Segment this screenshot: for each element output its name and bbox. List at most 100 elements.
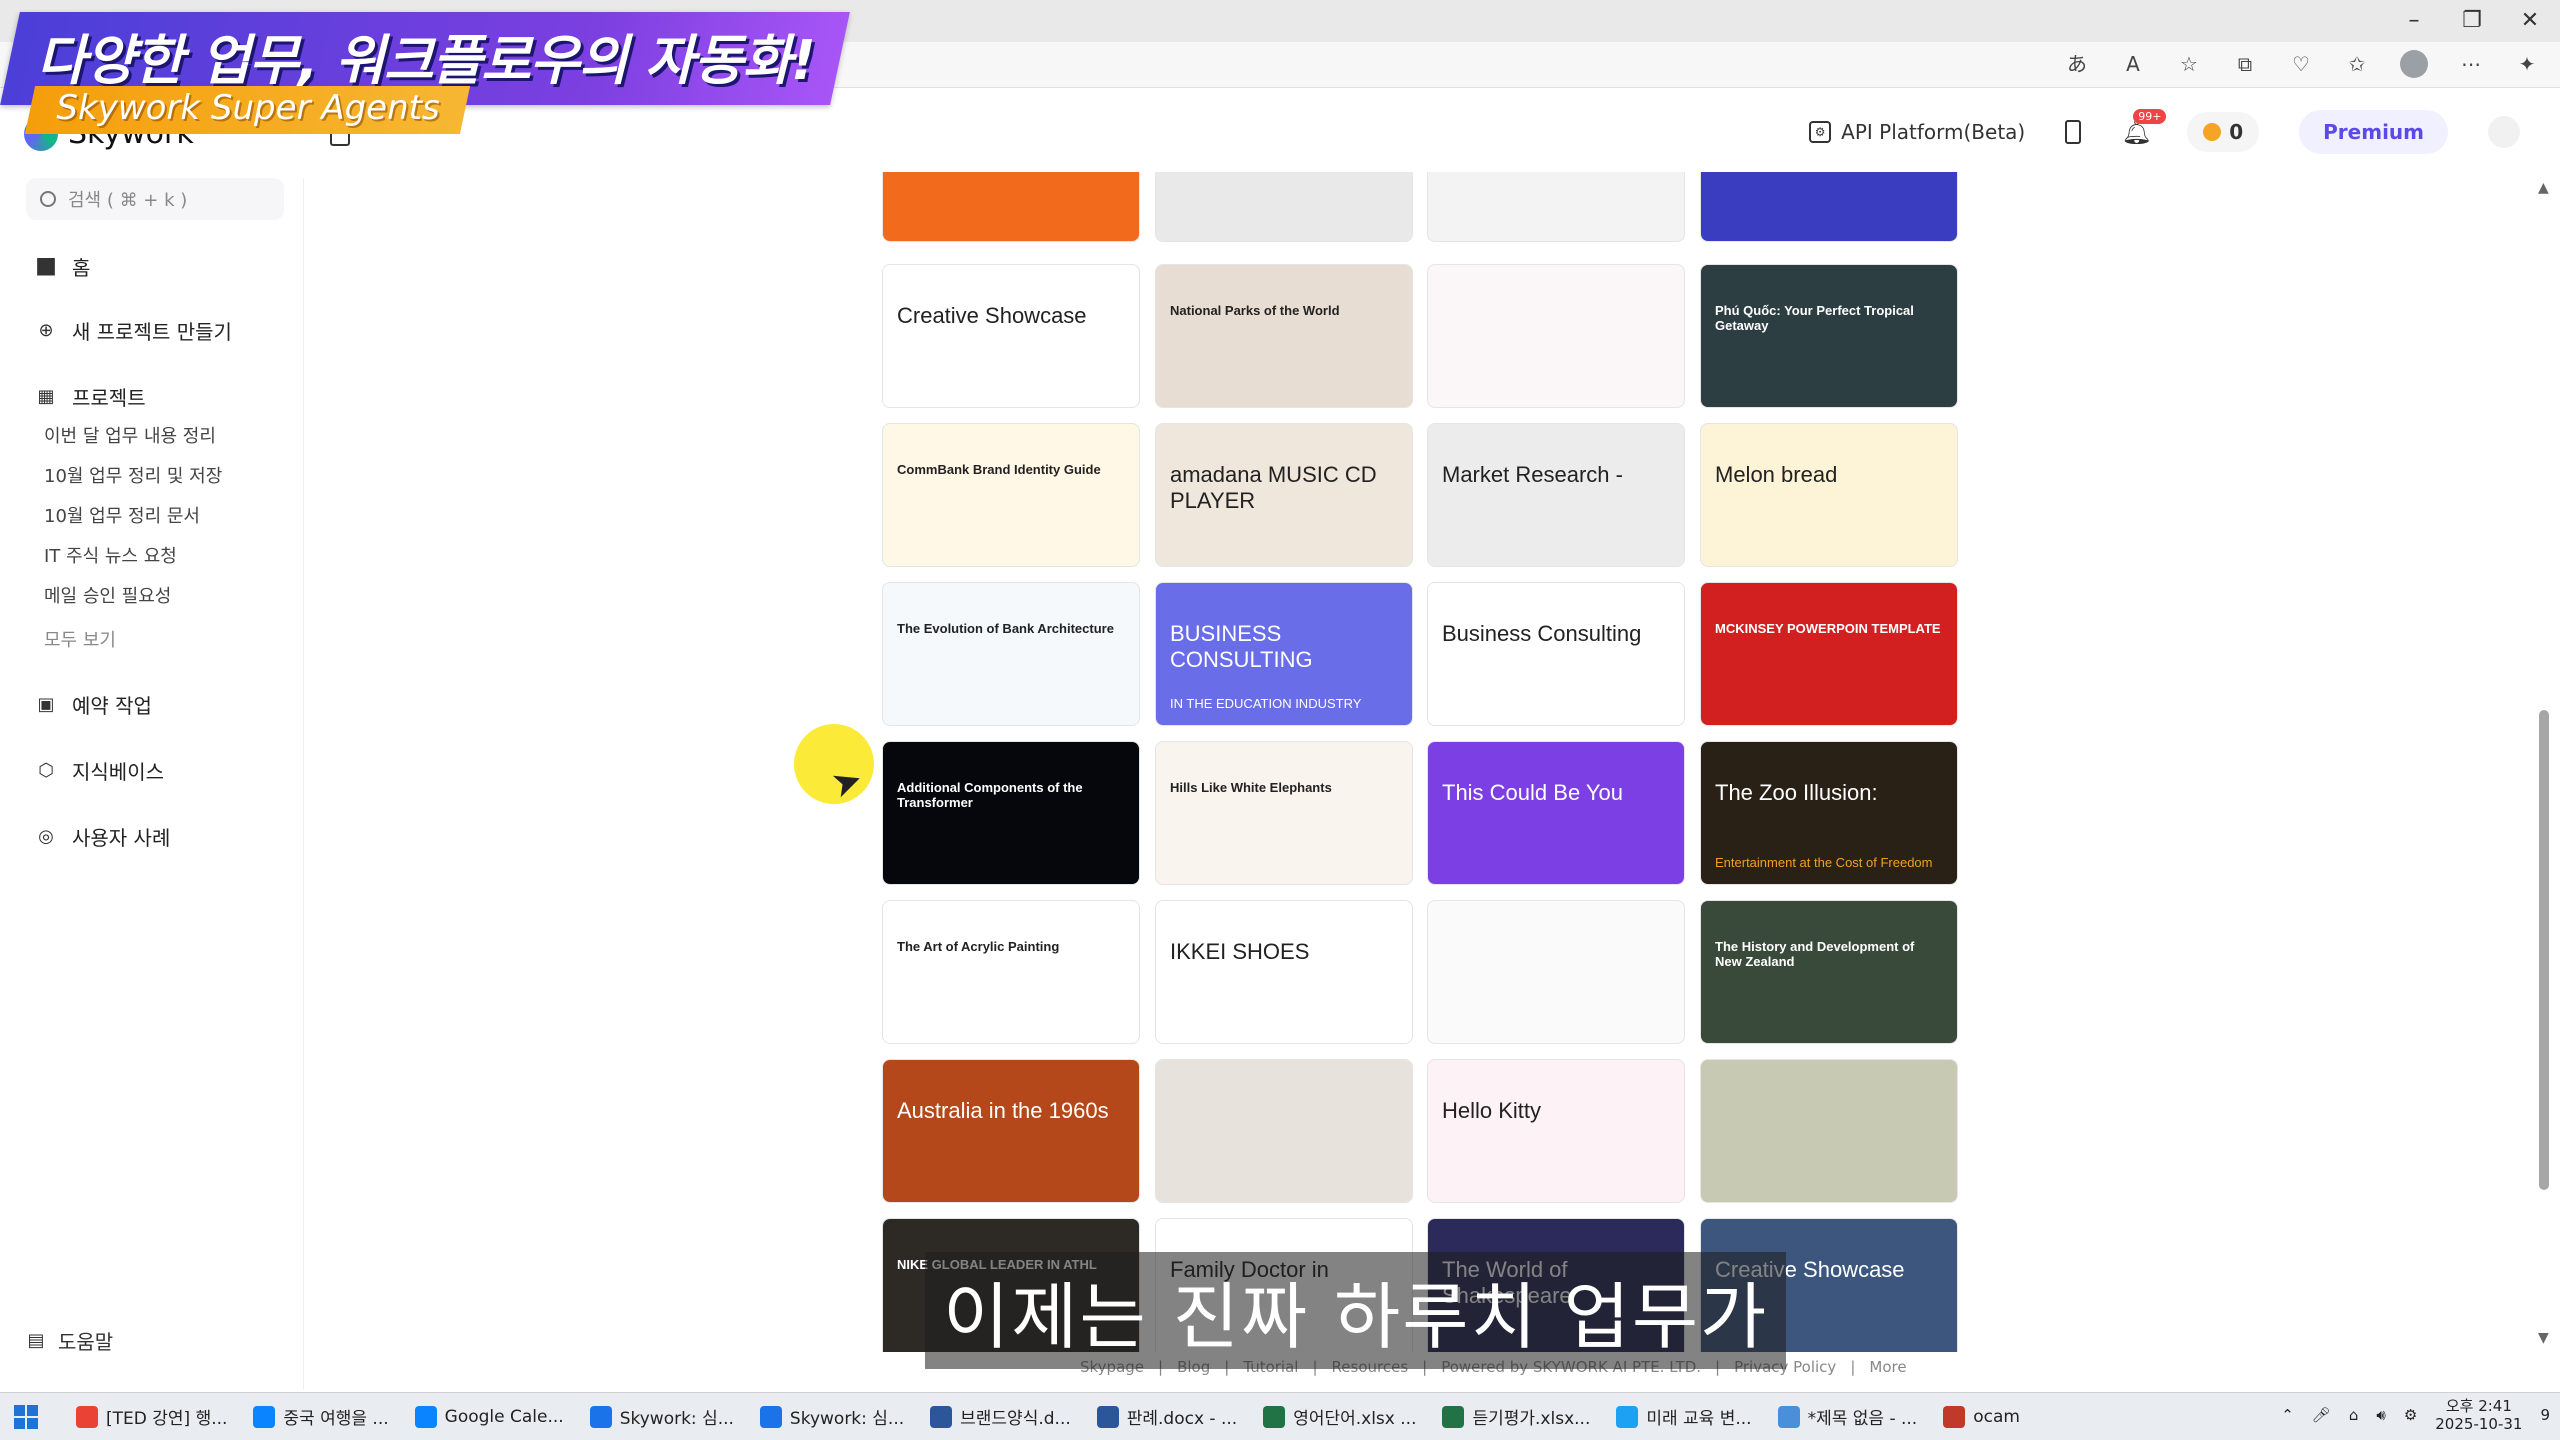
template-card[interactable]: Here is where your presentation begins <box>1427 172 1685 242</box>
sidebar-item-projects[interactable]: ▦ 프로젝트 <box>36 382 145 411</box>
template-card[interactable]: MCKINSEY POWERPOIN TEMPLATE <box>1700 582 1958 726</box>
template-card[interactable]: The Art of Acrylic Painting <box>882 900 1140 1044</box>
credits-indicator[interactable]: 0 <box>2187 112 2260 152</box>
template-card[interactable]: Innovation and Growth <box>1700 172 1958 242</box>
see-all-projects-link[interactable]: 모두 보기 <box>44 626 116 652</box>
sidebar-item-new-project[interactable]: ⊕ 새 프로젝트 만들기 <box>36 316 232 345</box>
taskbar-app[interactable]: [TED 강연] 행... <box>66 1397 237 1437</box>
template-card[interactable]: CommBank Brand Identity Guide <box>882 423 1140 567</box>
sidebar-item-label: 예약 작업 <box>72 694 152 718</box>
scrollbar[interactable]: ▲ ▼ <box>2534 180 2554 1346</box>
template-card[interactable] <box>1427 900 1685 1044</box>
performance-icon[interactable]: ♡ <box>2288 51 2314 77</box>
scroll-up-icon[interactable]: ▲ <box>2538 180 2549 196</box>
template-card[interactable]: The Zoo Illusion: Entertainment at the Co… <box>1700 741 1958 885</box>
api-platform-link[interactable]: ⚙ API Platform(Beta) <box>1809 120 2025 144</box>
template-card[interactable]: Additional Components of the Transformer <box>882 741 1140 885</box>
notification-button[interactable]: 🔔︎ 99+ <box>2121 109 2167 145</box>
template-card[interactable]: Melon bread <box>1700 423 1958 567</box>
project-item[interactable]: 이번 달 업무 내용 정리 <box>44 422 216 448</box>
template-card[interactable]: amadana MUSIC CD PLAYER <box>1155 423 1413 567</box>
help-button[interactable]: ▤ 도움말 <box>26 1326 113 1355</box>
read-aloud-icon[interactable]: A <box>2120 51 2146 77</box>
close-icon[interactable]: ✕ <box>2510 6 2550 36</box>
taskbar-app[interactable]: 미래 교육 변... <box>1606 1397 1761 1437</box>
taskbar-app[interactable]: 중국 여행을 ... <box>243 1397 398 1437</box>
restore-icon[interactable]: ❐ <box>2452 6 2492 36</box>
sidebar-item-label: 홈 <box>72 256 91 280</box>
app-icon <box>1943 1405 1966 1428</box>
template-card[interactable] <box>1700 1059 1958 1203</box>
translate-icon[interactable]: あ <box>2064 51 2090 77</box>
premium-button[interactable]: Premium <box>2299 110 2448 154</box>
search-placeholder: 검색 ( ⌘ + k ) <box>68 190 188 211</box>
project-item[interactable]: 10월 업무 정리 및 저장 <box>44 462 222 488</box>
template-card-title: Market Research - <box>1442 462 1623 487</box>
user-avatar[interactable] <box>2488 116 2520 148</box>
template-card[interactable]: Phú Quốc: Your Perfect Tropical Getaway <box>1700 264 1958 408</box>
volume-icon[interactable]: 🔊︎ <box>2376 1406 2385 1424</box>
taskbar-app[interactable]: Skywork: 심... <box>580 1397 744 1437</box>
taskbar-app[interactable]: *제목 없음 - ... <box>1768 1397 1928 1437</box>
template-card[interactable]: Business Consulting <box>882 172 1140 242</box>
taskbar-clock[interactable]: 오후 2:41 2025-10-31 <box>2435 1397 2522 1433</box>
footer-link-more[interactable]: More <box>1869 1358 1906 1376</box>
taskbar-app[interactable]: 판례.docx - ... <box>1087 1397 1247 1437</box>
scroll-down-icon[interactable]: ▼ <box>2538 1330 2549 1346</box>
taskbar-app[interactable]: 영어단어.xlsx ... <box>1253 1397 1426 1437</box>
template-card-title: The Evolution of Bank Architecture <box>897 621 1114 636</box>
favorites-icon[interactable]: ✩ <box>2344 51 2370 77</box>
taskbar-app-label: 영어단어.xlsx ... <box>1293 1409 1417 1429</box>
favorite-star-icon[interactable]: ☆ <box>2176 51 2202 77</box>
microphone-icon[interactable]: 🎤︎ <box>2312 1406 2331 1424</box>
template-card[interactable]: Business Consulting <box>1427 582 1685 726</box>
app-icon <box>1263 1405 1286 1428</box>
template-card[interactable]: Hills Like White Elephants <box>1155 741 1413 885</box>
template-card[interactable]: IKKEI SHOES <box>1155 900 1413 1044</box>
project-item[interactable]: IT 주식 뉴스 요청 <box>44 542 177 568</box>
tray-chevron-icon[interactable]: ⌃ <box>2281 1406 2294 1424</box>
sidebar-item-home[interactable]: ⬛︎ 홈 <box>36 252 90 281</box>
taskbar-app[interactable]: Google Cale... <box>405 1397 574 1437</box>
template-card[interactable]: Market Research - <box>1427 423 1685 567</box>
plus-circle-icon: ⊕ <box>38 319 54 341</box>
sidebar-item-label: 사용자 사례 <box>72 826 171 850</box>
template-card[interactable]: Creative Showcase <box>882 264 1140 408</box>
more-options-icon[interactable]: ⋯ <box>2458 51 2484 77</box>
template-card[interactable]: The Future Of AI <box>1155 172 1413 242</box>
search-input[interactable]: 검색 ( ⌘ + k ) <box>26 178 284 220</box>
sidebar-item-label: 새 프로젝트 만들기 <box>72 320 232 344</box>
profile-avatar[interactable] <box>2400 50 2428 78</box>
template-card[interactable] <box>1155 1059 1413 1203</box>
taskbar-app[interactable]: Skywork: 심... <box>750 1397 914 1437</box>
windows-start-icon[interactable] <box>14 1404 38 1429</box>
template-card[interactable]: This Could Be You <box>1427 741 1685 885</box>
network-icon[interactable]: ⌂ <box>2349 1406 2359 1424</box>
copilot-icon[interactable]: ✦ <box>2514 51 2540 77</box>
template-card-title: Business Consulting <box>1442 621 1642 646</box>
sidebar-item-knowledge[interactable]: ⬡ 지식베이스 <box>36 756 164 785</box>
template-card[interactable]: National Parks of the World <box>1155 264 1413 408</box>
extensions-icon[interactable]: ⧉ <box>2232 51 2258 77</box>
scrollbar-thumb[interactable] <box>2539 710 2549 1190</box>
template-card[interactable]: Hello Kitty <box>1427 1059 1685 1203</box>
taskbar-app[interactable]: 듣기평가.xlsx... <box>1432 1397 1600 1437</box>
promo-banner-title-text: 다양한 업무, 워크플로우의 자동화! <box>36 29 815 92</box>
promo-banner-subtitle-text: Skywork Super Agents <box>56 88 440 128</box>
sidebar-item-user-cases[interactable]: ◎ 사용자 사례 <box>36 822 170 851</box>
app-icon <box>76 1405 98 1428</box>
template-card[interactable] <box>1427 264 1685 408</box>
settings-icon[interactable]: ⚙ <box>2404 1406 2417 1424</box>
notification-count[interactable]: 9 <box>2540 1406 2550 1424</box>
sidebar-item-scheduled[interactable]: ▣ 예약 작업 <box>36 690 152 719</box>
project-item[interactable]: 10월 업무 정리 문서 <box>44 502 200 528</box>
template-card[interactable]: The Evolution of Bank Architecture <box>882 582 1140 726</box>
taskbar-app[interactable]: 브랜드양식.d... <box>920 1397 1081 1437</box>
taskbar-app[interactable]: ocam <box>1933 1397 2030 1437</box>
minimize-icon[interactable]: – <box>2394 6 2434 36</box>
project-item[interactable]: 메일 승인 필요성 <box>44 582 171 608</box>
template-card[interactable]: Australia in the 1960s <box>882 1059 1140 1203</box>
mobile-device-icon[interactable] <box>2065 120 2082 144</box>
template-card[interactable]: The History and Development of New Zeala… <box>1700 900 1958 1044</box>
template-card[interactable]: BUSINESS CONSULTING IN THE EDUCATION INDU… <box>1155 582 1413 726</box>
